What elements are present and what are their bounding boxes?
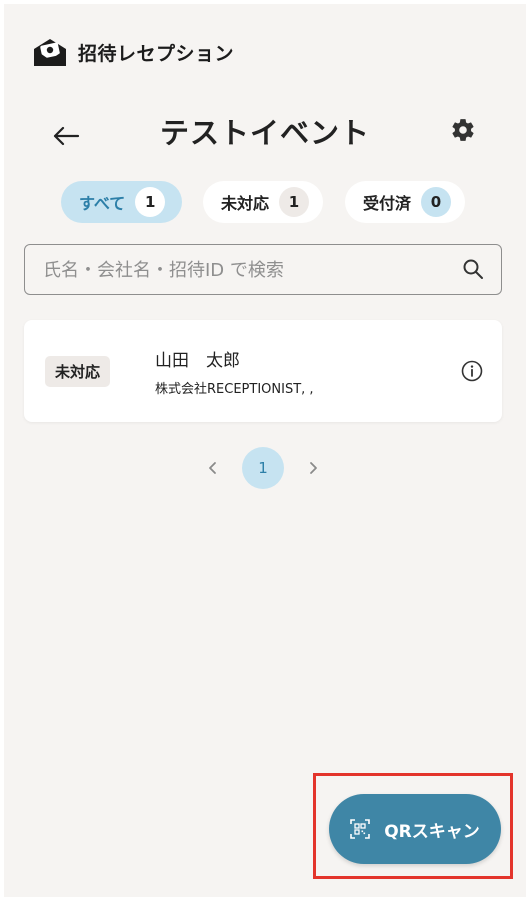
- filter-chip-label: 未対応: [221, 194, 270, 213]
- gear-icon: [452, 119, 474, 141]
- info-icon[interactable]: [460, 359, 484, 383]
- settings-button[interactable]: [445, 112, 481, 148]
- filter-chip-count: 0: [421, 187, 452, 217]
- qr-code-icon: [350, 819, 371, 839]
- status-badge: 未対応: [45, 356, 111, 387]
- filter-chip-all[interactable]: すべて 1: [61, 181, 182, 223]
- back-button[interactable]: [46, 116, 86, 156]
- app-title: 招待レセプション: [78, 42, 235, 65]
- arrow-left-icon: [53, 126, 80, 146]
- search-input[interactable]: [41, 245, 445, 295]
- page-number-current[interactable]: 1: [242, 447, 284, 489]
- filter-chip-pending[interactable]: 未対応 1: [203, 181, 323, 223]
- search-icon[interactable]: [461, 257, 485, 281]
- qr-scan-button[interactable]: QRスキャン: [329, 794, 501, 864]
- filter-chip-label: すべて: [79, 194, 126, 213]
- envelope-logo-icon: [34, 39, 66, 66]
- page-title: テストイベント: [159, 116, 370, 150]
- guest-company: 株式会社RECEPTIONIST, ,: [155, 382, 314, 397]
- chevron-right-icon[interactable]: [304, 459, 322, 477]
- chevron-left-icon[interactable]: [204, 459, 222, 477]
- filter-chip-label: 受付済: [363, 194, 412, 213]
- filter-chip-received[interactable]: 受付済 0: [345, 181, 465, 223]
- app-bar: 招待レセプション: [32, 36, 234, 68]
- search-box: [24, 244, 502, 295]
- guest-list-item[interactable]: 未対応 山田 太郎 株式会社RECEPTIONIST, ,: [24, 320, 502, 422]
- qr-scan-label: QRスキャン: [384, 821, 480, 842]
- filter-chip-count: 1: [135, 187, 166, 217]
- filter-chip-count: 1: [279, 187, 310, 217]
- pagination: 1: [4, 447, 526, 489]
- app-screen: 招待レセプション テストイベント すべて 1 未対応 1 受付済 0 未対応 山…: [4, 4, 526, 897]
- guest-name: 山田 太郎: [155, 351, 240, 371]
